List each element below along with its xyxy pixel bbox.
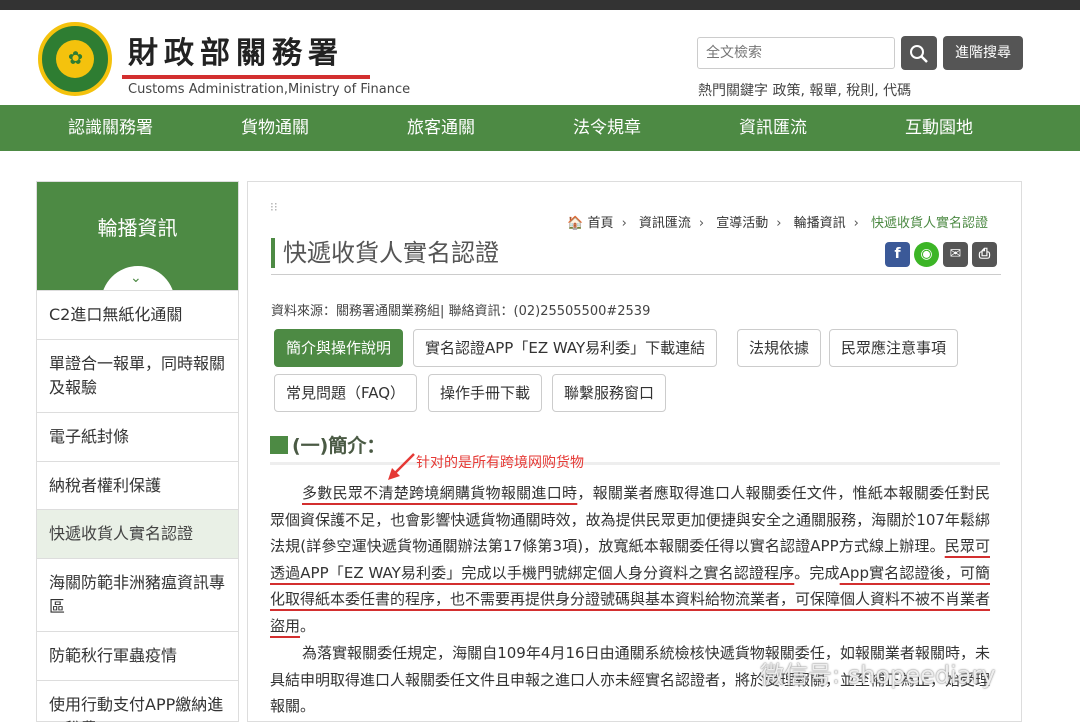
- site-title[interactable]: 財政部關務署: [128, 28, 344, 72]
- email-share-icon[interactable]: ✉: [943, 242, 968, 267]
- tab-manual-download[interactable]: 操作手冊下載: [428, 374, 543, 412]
- annotation-arrow-icon: [388, 453, 415, 480]
- facebook-share-icon[interactable]: f: [885, 242, 910, 267]
- line-share-icon[interactable]: ◉: [914, 242, 939, 267]
- tab-intro[interactable]: 簡介與操作說明: [274, 329, 404, 367]
- intro-paragraph: 多數民眾不清楚跨境網購貨物報關進口時，報關業者應取得進口人報關委任文件，惟紙本報…: [270, 480, 990, 639]
- tab-notices[interactable]: 民眾應注意事項: [829, 329, 959, 367]
- sidebar-item-express-auth[interactable]: 快遞收貨人實名認證: [37, 509, 238, 558]
- title-underline: [122, 75, 370, 79]
- body-text-2: 。完成: [794, 563, 840, 582]
- breadcrumb-carousel[interactable]: 輪播資訊: [794, 216, 846, 231]
- nav-about[interactable]: 認識關務署: [68, 105, 153, 151]
- sidebar-item-c2[interactable]: C2進口無紙化通關: [37, 290, 238, 339]
- nav-cargo[interactable]: 貨物通關: [241, 105, 309, 151]
- sidebar-item-mobile-pay[interactable]: 使用行動支付APP繳納進口稅費: [37, 680, 238, 722]
- annotation-note: 针对的是所有跨境网购货物: [416, 455, 584, 471]
- sidebar-item-armyworm[interactable]: 防範秋行軍蟲疫情: [37, 631, 238, 680]
- site-header: ✿ 財政部關務署 Customs Administration,Ministry…: [0, 10, 1080, 105]
- breadcrumb-info[interactable]: 資訊匯流: [639, 216, 691, 231]
- data-source: 資料來源：關務署通關業務組| 聯絡資訊：(02)25505500#2539: [271, 304, 651, 319]
- nav-passenger[interactable]: 旅客通關: [407, 105, 475, 151]
- title-divider: [271, 274, 1001, 275]
- section-title: (一)簡介：: [270, 431, 385, 458]
- nav-regulations[interactable]: 法令規章: [573, 105, 641, 151]
- sidebar: 輪播資訊 ⌄ C2進口無紙化通關 單證合一報單，同時報關及報驗 電子紙封條 納稅…: [36, 181, 239, 722]
- tab-contact-window[interactable]: 聯繫服務窗口: [552, 374, 667, 412]
- chevron-down-icon: ⌄: [130, 270, 142, 286]
- section-marker: [270, 436, 288, 454]
- nav-info[interactable]: 資訊匯流: [739, 105, 807, 151]
- site-subtitle: Customs Administration,Ministry of Finan…: [128, 82, 411, 97]
- tab-faq[interactable]: 常見問題（FAQ）: [274, 374, 418, 412]
- nav-interactive[interactable]: 互動園地: [905, 105, 973, 151]
- body-text-3: 。: [300, 616, 316, 635]
- breadcrumb: 🏠 首頁 › 資訊匯流 › 宣導活動 › 輪播資訊 › 快遞收貨人實名認證: [567, 216, 988, 231]
- section-divider: [270, 462, 1000, 465]
- sidebar-item-taxpayer[interactable]: 納稅者權利保護: [37, 461, 238, 509]
- search-button[interactable]: [901, 36, 937, 70]
- sidebar-header: 輪播資訊 ⌄: [37, 182, 238, 306]
- tab-regulations[interactable]: 法規依據: [737, 329, 822, 367]
- breadcrumb-promo[interactable]: 宣導活動: [716, 216, 768, 231]
- search-icon: [910, 45, 928, 63]
- sidebar-item-single-doc[interactable]: 單證合一報單，同時報關及報驗: [37, 339, 238, 412]
- customs-logo[interactable]: ✿: [38, 22, 112, 96]
- tab-app-download[interactable]: 實名認證APP「EZ WAY易利委」下載連結: [413, 329, 718, 367]
- breadcrumb-current: 快遞收貨人實名認證: [870, 216, 988, 231]
- wechat-watermark: 微信号: shopeediary: [760, 661, 996, 689]
- home-icon: 🏠: [567, 216, 584, 231]
- print-icon[interactable]: ⎙: [972, 242, 997, 267]
- highlight-1: 多數民眾不清楚跨境網購貨物報關進口時: [302, 484, 578, 502]
- main-content: ⁝⁝ 🏠 首頁 › 資訊匯流 › 宣導活動 › 輪播資訊 › 快遞收貨人實名認證 快遞收…: [247, 181, 1022, 722]
- breadcrumb-home[interactable]: 首頁: [588, 216, 614, 231]
- page-title: 快遞收貨人實名認證: [271, 238, 499, 268]
- advanced-search-button[interactable]: 進階搜尋: [943, 36, 1023, 70]
- main-nav: 認識關務署 貨物通關 旅客通關 法令規章 資訊匯流 互動園地: [0, 105, 1080, 151]
- sidebar-item-e-seal[interactable]: 電子紙封條: [37, 412, 238, 461]
- sidebar-title: 輪播資訊: [97, 216, 178, 240]
- search-input[interactable]: [697, 37, 895, 69]
- accesskey-marker: ⁝⁝: [270, 200, 278, 214]
- top-strip: [0, 0, 1080, 10]
- sidebar-item-swine-fever[interactable]: 海關防範非洲豬瘟資訊專區: [37, 558, 238, 631]
- hot-keywords: 熱門關鍵字 政策, 報單, 稅則, 代碼: [698, 83, 912, 99]
